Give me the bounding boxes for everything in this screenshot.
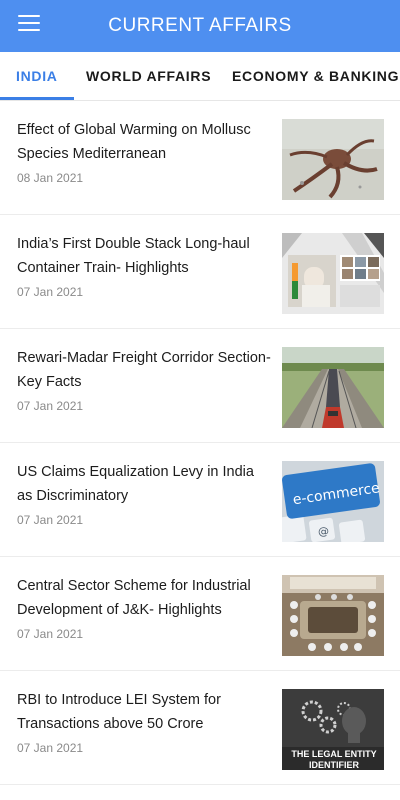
article-title: US Claims Equalization Levy in India as … (17, 464, 254, 504)
article-date: 07 Jan 2021 (17, 513, 84, 527)
article-title: Effect of Global Warming on Mollusc Spec… (17, 122, 251, 162)
app-title: CURRENT AFFAIRS (108, 15, 292, 36)
article-date: 07 Jan 2021 (17, 741, 84, 755)
article-title: Central Sector Scheme for Industrial Dev… (17, 578, 251, 618)
article-title: RBI to Introduce LEI System for Transact… (17, 692, 221, 732)
list-item[interactable]: RBI to Introduce LEI System for Transact… (0, 671, 400, 785)
octopus-on-beach-image (282, 119, 384, 200)
list-item[interactable]: Central Sector Scheme for Industrial Dev… (0, 557, 400, 671)
list-item[interactable]: US Claims Equalization Levy in India as … (0, 443, 400, 557)
e-commerce-keyboard-image: e-commerce @ (282, 461, 384, 542)
app-bar: CURRENT AFFAIRS (0, 0, 400, 52)
category-tabs: INDIA WORLD AFFAIRS ECONOMY & BANKING (0, 52, 400, 101)
article-date: 07 Jan 2021 (17, 285, 84, 299)
article-title: India’s First Double Stack Long-haul Con… (17, 236, 250, 276)
article-date: 07 Jan 2021 (17, 627, 84, 641)
legal-entity-identifier-image: THE LEGAL ENTITY IDENTIFIER (282, 689, 384, 770)
menu-icon[interactable] (18, 15, 40, 33)
freight-train-image (282, 347, 384, 428)
article-date: 07 Jan 2021 (17, 399, 84, 413)
active-tab-indicator (0, 97, 74, 100)
article-list: Effect of Global Warming on Mollusc Spec… (0, 101, 400, 785)
list-item[interactable]: India’s First Double Stack Long-haul Con… (0, 215, 400, 329)
list-item[interactable]: Effect of Global Warming on Mollusc Spec… (0, 101, 400, 215)
article-date: 08 Jan 2021 (17, 171, 84, 185)
article-title: Rewari-Madar Freight Corridor Section- K… (17, 350, 271, 390)
tab-economy-banking[interactable]: ECONOMY & BANKING (232, 52, 399, 100)
tab-world-affairs[interactable]: WORLD AFFAIRS (86, 52, 211, 100)
video-conference-image (282, 233, 384, 314)
tab-india[interactable]: INDIA (16, 52, 58, 100)
thumbnail-caption: THE LEGAL ENTITY IDENTIFIER (291, 749, 377, 770)
cabinet-meeting-image (282, 575, 384, 656)
svg-text:@: @ (318, 525, 329, 538)
list-item[interactable]: Rewari-Madar Freight Corridor Section- K… (0, 329, 400, 443)
